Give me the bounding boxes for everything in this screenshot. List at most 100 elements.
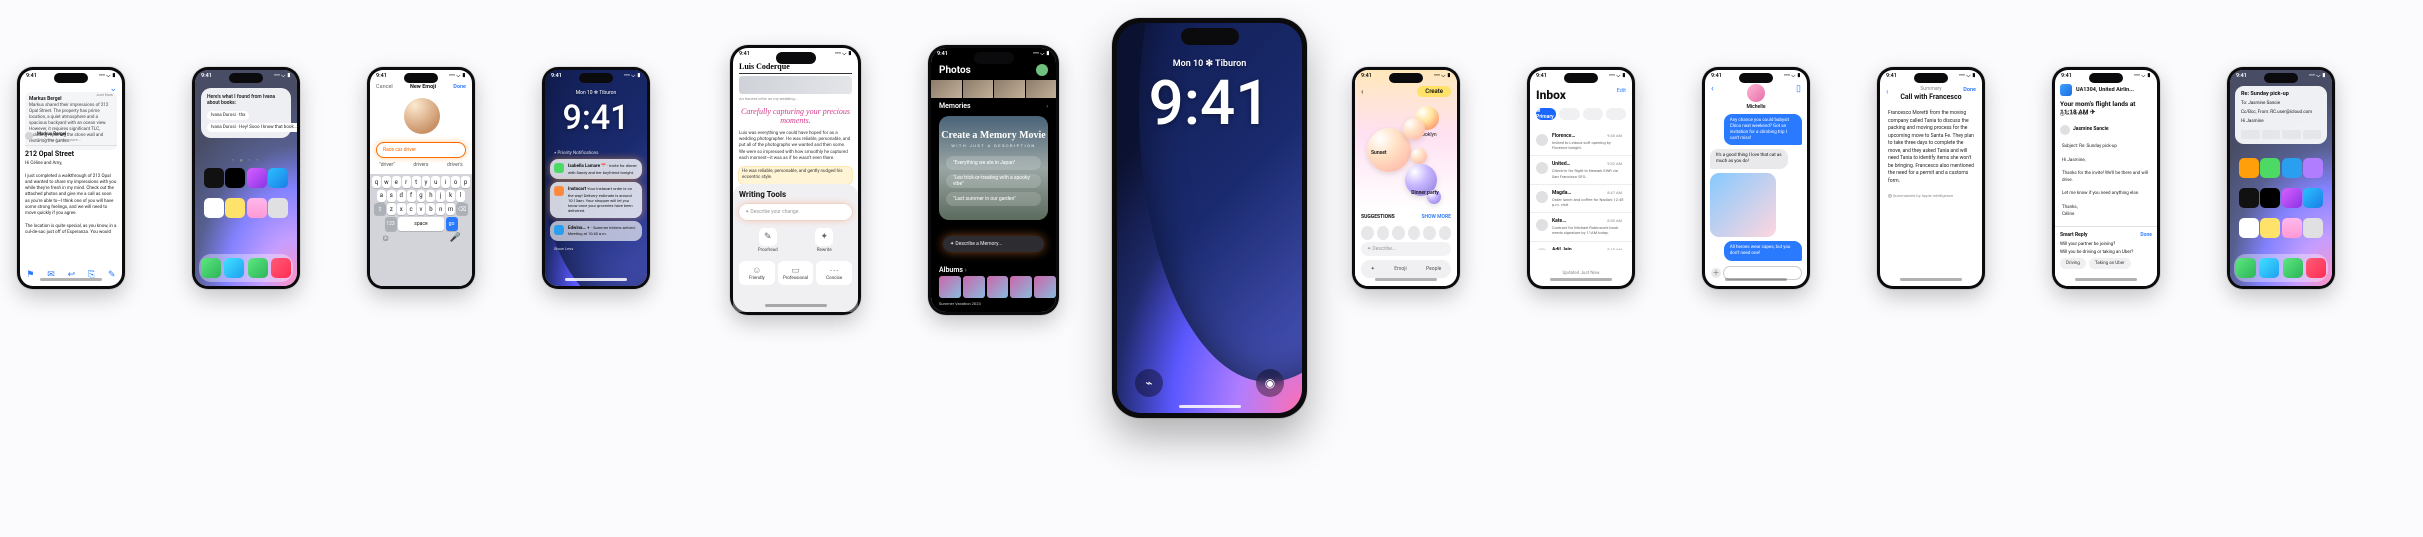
describe-input[interactable]: ✦ Describe... [1361, 242, 1451, 256]
key-f[interactable]: f [407, 190, 416, 202]
app-7[interactable] [2282, 188, 2302, 208]
key-n[interactable]: n [436, 203, 445, 215]
rewrite-button[interactable]: ✦Rewrite [815, 228, 833, 253]
face-5[interactable] [1423, 226, 1436, 240]
key-p[interactable]: p [461, 176, 470, 188]
to-line[interactable]: To: Céline & Amy, more... [37, 137, 81, 142]
app-12[interactable] [2303, 218, 2323, 238]
key-q[interactable]: q [372, 176, 381, 188]
key-i[interactable]: i [441, 176, 450, 188]
key-l[interactable]: l [456, 190, 465, 202]
prompt-pill-3[interactable]: "Last summer in our garden" [946, 192, 1041, 206]
dock-music[interactable] [2306, 258, 2326, 278]
list-item[interactable]: Adil Jain8:15 AMSomething exciting [1530, 242, 1632, 251]
face-4[interactable] [1408, 226, 1421, 240]
list-item[interactable]: United…9:32 AMCheck-in for flight to New… [1530, 156, 1632, 184]
app-wallet[interactable] [204, 168, 224, 188]
key-o[interactable]: o [451, 176, 460, 188]
summarize-button[interactable]: ⨁ Summarize [2060, 112, 2152, 117]
flag-button[interactable]: ⚑ [26, 270, 34, 280]
list-item[interactable]: Florence…9:38 AMInvited to Ledoux soft o… [1530, 128, 1632, 156]
home-indicator[interactable] [1725, 278, 1787, 281]
key-k[interactable]: k [446, 190, 455, 202]
key-v[interactable]: v [417, 203, 426, 215]
app-game[interactable] [225, 198, 245, 218]
sticker-cluster-dinner[interactable] [1405, 164, 1445, 204]
seg-3[interactable] [1583, 108, 1603, 120]
memories-section-header[interactable]: Memories› [939, 102, 1048, 110]
home-indicator[interactable] [1179, 405, 1241, 408]
face-3[interactable] [1392, 226, 1405, 240]
prompt-pill-2[interactable]: "Leo trick-or-treating with a spooky vib… [946, 174, 1041, 188]
app-appstore[interactable] [268, 168, 288, 188]
notification-2[interactable]: Instacart Your Instacart order is on the… [550, 182, 642, 218]
back-button[interactable]: ‹ [1361, 87, 1363, 96]
show-more-button[interactable]: SHOW MORE [1422, 214, 1452, 220]
home-indicator[interactable] [765, 304, 827, 307]
app-photos[interactable] [247, 198, 267, 218]
tone-friendly[interactable]: ☺Friendly [739, 261, 775, 285]
app-11[interactable] [2282, 218, 2302, 238]
key-delete[interactable]: ⌫ [456, 203, 468, 215]
sent-message-2[interactable]: All heroes wear capes, but you don't nee… [1724, 241, 1802, 261]
dock-messages[interactable] [248, 258, 268, 278]
app-6[interactable] [2260, 188, 2280, 208]
app-2[interactable] [2260, 158, 2280, 178]
cancel-button[interactable]: Cancel [376, 84, 393, 90]
face-6[interactable] [1439, 226, 1452, 240]
key-123[interactable]: 123 [385, 217, 397, 231]
key-y[interactable]: y [422, 176, 431, 188]
proofread-button[interactable]: ✎Proofread [758, 228, 778, 253]
key-m[interactable]: m [446, 203, 455, 215]
camera-button[interactable]: ◉ [1256, 369, 1284, 397]
list-item[interactable]: Magda…8:47 AMOrder lunch and coffee for … [1530, 185, 1632, 213]
dictation-button[interactable]: 🎤 [450, 233, 461, 244]
done-button[interactable]: Done [2140, 232, 2152, 238]
seg-4[interactable] [1606, 108, 1626, 120]
memory-card[interactable]: Create a Memory Movie WITH JUST A DESCRI… [939, 116, 1048, 220]
key-e[interactable]: e [392, 176, 401, 188]
key-h[interactable]: h [426, 190, 435, 202]
home-indicator[interactable] [40, 278, 102, 281]
dock-messages[interactable] [2283, 258, 2303, 278]
done-button[interactable]: Done [453, 84, 466, 90]
face-2[interactable] [1377, 226, 1390, 240]
key-s[interactable]: s [387, 190, 396, 202]
seg-primary[interactable]: ✉︎ Primary [1536, 108, 1556, 120]
home-indicator[interactable] [2075, 278, 2137, 281]
app-podcasts[interactable] [247, 168, 267, 188]
attachment-strip[interactable] [2241, 130, 2321, 139]
app-tv[interactable] [225, 168, 245, 188]
result-chip-1[interactable]: Ivana Durosi · thx [207, 111, 249, 120]
dock-safari[interactable] [2259, 258, 2279, 278]
home-indicator[interactable] [565, 278, 627, 281]
message-list[interactable]: Florence…9:38 AMInvited to Ledoux soft o… [1530, 128, 1632, 250]
siri-result-card[interactable]: Here's what I found from Ivana about boo… [201, 88, 291, 138]
article-selection[interactable]: He was reliable, personable, and gently … [739, 167, 852, 184]
compose-sheet[interactable]: Re: Sunday pick-up To: Jasmine Sancie Cc… [2235, 86, 2327, 144]
list-item[interactable]: Kate…8:30 AMContract for Michael Robinso… [1530, 213, 1632, 241]
key-b[interactable]: b [426, 203, 435, 215]
dock-phone[interactable] [201, 258, 221, 278]
flashlight-button[interactable]: ⌁ [1135, 369, 1163, 397]
dock-safari[interactable] [224, 258, 244, 278]
result-chip-2[interactable]: Ivana Durosi · Hey! Sooo I know that boo… [207, 123, 297, 132]
app-4[interactable] [2303, 158, 2323, 178]
suggestion-3[interactable]: driver's [447, 162, 463, 168]
home-indicator[interactable] [1375, 278, 1437, 281]
notification-1[interactable]: Isabella Lamare 📅 · Invite for dinner wi… [550, 159, 642, 179]
message-scroll[interactable]: Any chance you could babysit Chico next … [1710, 114, 1802, 266]
albums-row[interactable] [939, 276, 1056, 298]
seg-2[interactable] [1559, 108, 1579, 120]
describe-emoji-input[interactable]: Race car driver [376, 142, 466, 158]
dock-music[interactable] [271, 258, 291, 278]
key-x[interactable]: x [397, 203, 406, 215]
header-tab[interactable]: UA1304, United Airlin... [2060, 84, 2152, 96]
to-line[interactable]: To: Jasmine Sancie [2241, 101, 2321, 106]
app-reminders[interactable] [204, 198, 224, 218]
create-button[interactable]: Create [1417, 86, 1451, 97]
edit-button[interactable]: Edit [1617, 88, 1626, 94]
key-space[interactable]: space [398, 217, 444, 231]
cc-line[interactable]: Cc/Bcc, From: RC.user@icloud.com [2241, 110, 2321, 115]
describe-change-input[interactable]: ✦ Describe your change [739, 204, 852, 220]
